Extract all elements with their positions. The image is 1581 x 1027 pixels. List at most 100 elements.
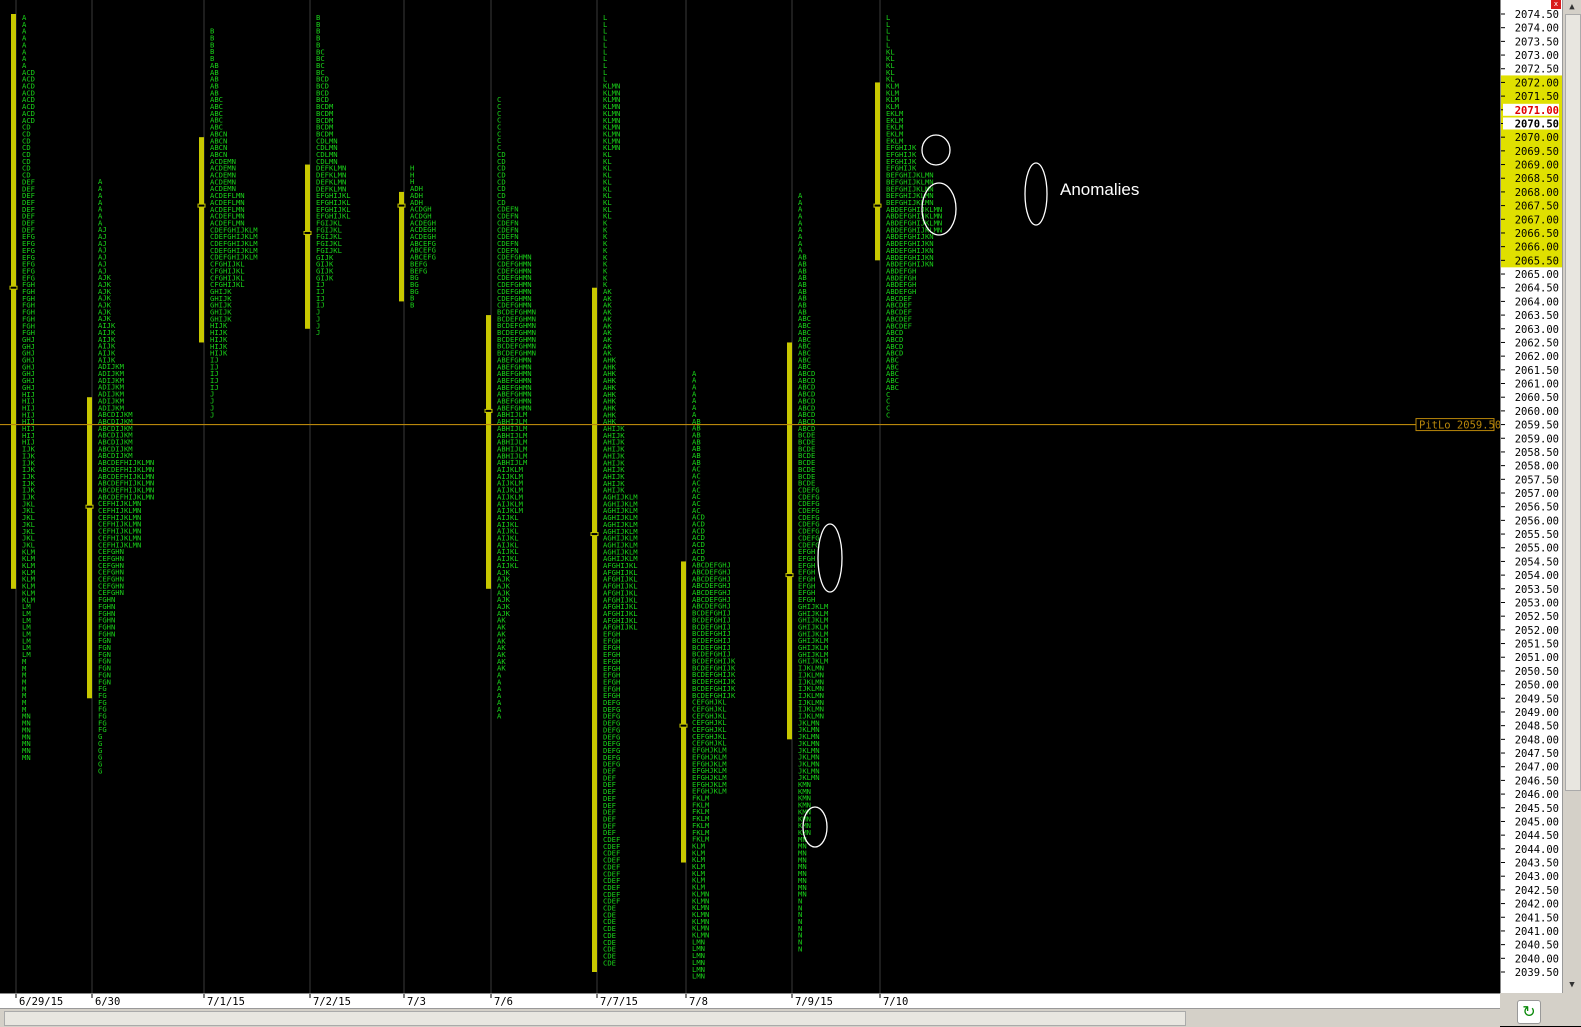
price-tick-label: 2073.50 <box>1515 36 1559 48</box>
value-area-bar <box>875 82 880 261</box>
price-tick-label: 2074.50 <box>1515 9 1559 21</box>
horizontal-scrollbar[interactable] <box>0 1008 1500 1027</box>
price-tick-label: 2063.50 <box>1515 310 1559 322</box>
price-tick-label: 2057.50 <box>1515 474 1559 486</box>
price-tick-label: 2066.00 <box>1515 242 1559 254</box>
value-area-bar <box>592 287 597 972</box>
price-tick-label: 2054.00 <box>1515 570 1559 582</box>
price-tick-label: 2048.50 <box>1515 721 1559 733</box>
poc-marker <box>303 230 312 235</box>
price-tick-label: 2066.50 <box>1515 228 1559 240</box>
price-tick-label: 2057.00 <box>1515 488 1559 500</box>
date-label: 6/29/15 <box>19 996 63 1008</box>
tpo-row: LMN <box>692 972 705 981</box>
price-tick-label: 2067.00 <box>1515 214 1559 226</box>
price-tick-label: 2072.00 <box>1515 77 1559 89</box>
price-tick-label: 2045.00 <box>1515 816 1559 828</box>
price-tick-label: 2039.50 <box>1515 967 1559 979</box>
price-tick-label: 2056.00 <box>1515 515 1559 527</box>
poc-marker <box>484 408 493 413</box>
date-label: 7/6 <box>494 996 513 1008</box>
date-label: 7/10 <box>883 996 908 1008</box>
date-label: 7/1/15 <box>207 996 245 1008</box>
poc-marker <box>85 504 94 509</box>
value-area-bar <box>199 137 204 343</box>
price-tick-label: 2074.00 <box>1515 23 1559 35</box>
vertical-scroll-thumb[interactable] <box>1565 14 1581 791</box>
tpo-row: N <box>798 944 802 953</box>
value-area-bar <box>399 191 404 302</box>
value-area-bar <box>305 164 310 329</box>
price-tick-label: 2071.50 <box>1515 91 1559 103</box>
tpo-row: J <box>210 410 214 419</box>
price-tick-label: 2069.50 <box>1515 146 1559 158</box>
date-label: 7/3 <box>407 996 426 1008</box>
price-tick-label: 2059.50 <box>1515 420 1559 432</box>
price-tick-label: 2071.00 <box>1515 105 1559 117</box>
chart-canvas: AAAAAAAAACDACDACDACDACDACDACDACDCDCDCDCD… <box>0 0 1500 993</box>
price-tick-label: 2055.00 <box>1515 543 1559 555</box>
tpo-row: B <box>410 301 414 310</box>
price-tick-label: 2043.50 <box>1515 858 1559 870</box>
price-tick-label: 2047.00 <box>1515 762 1559 774</box>
price-tick-label: 2062.00 <box>1515 351 1559 363</box>
price-axis-canvas: 2074.50 2074.002073.50 2073.00 2072.502072.… <box>1501 9 1563 979</box>
price-tick-label: 2050.00 <box>1515 680 1559 692</box>
market-profile-chart[interactable]: A A A A A A A A ACD ACD ACD ACD ACD ACD ACD ACD CD CD CD CD… <box>0 0 1500 993</box>
price-tick-label: 2069.00 <box>1515 160 1559 172</box>
price-tick-label: 2059.00 <box>1515 433 1559 445</box>
poc-marker <box>785 573 794 578</box>
tpo-row: J <box>316 328 320 337</box>
price-tick-label: 2061.00 <box>1515 379 1559 391</box>
anomaly-circle <box>921 134 951 166</box>
poc-marker <box>590 532 599 537</box>
price-tick-label: 2053.50 <box>1515 584 1559 596</box>
price-tick-label: 2046.50 <box>1515 775 1559 787</box>
price-tick-label: 2060.50 <box>1515 392 1559 404</box>
price-tick-label: 2041.00 <box>1515 926 1559 938</box>
price-tick-label: 2058.50 <box>1515 447 1559 459</box>
price-tick-label: 2046.00 <box>1515 789 1559 801</box>
price-tick-label: 2049.50 <box>1515 693 1559 705</box>
value-area-bar <box>787 342 792 740</box>
price-tick-label: 2067.50 <box>1515 201 1559 213</box>
price-tick-label: 2047.50 <box>1515 748 1559 760</box>
scroll-down-icon[interactable]: ▼ <box>1565 979 1579 991</box>
reference-line-label: PitLo 2059.50 <box>1419 420 1500 432</box>
date-label: 7/9/15 <box>795 996 833 1008</box>
tpo-row: G <box>98 766 102 775</box>
price-tick-label: 2051.50 <box>1515 639 1559 651</box>
price-tick-label: 2040.50 <box>1515 940 1559 952</box>
price-tick-label: 2045.50 <box>1515 803 1559 815</box>
horizontal-scroll-thumb[interactable] <box>4 1011 1186 1026</box>
price-tick-label: 2044.50 <box>1515 830 1559 842</box>
price-tick-label: 2063.00 <box>1515 324 1559 336</box>
price-tick-label: 2052.50 <box>1515 611 1559 623</box>
date-axis-canvas: 6/29/15 6/30 7/1/15 7/2/15 7/3 7/6 7/7/15 7/8 7/… <box>15 994 908 1008</box>
tpo-row: CDE <box>603 958 616 967</box>
price-tick-label: 2062.50 <box>1515 337 1559 349</box>
poc-marker <box>397 203 406 208</box>
value-area-bar <box>486 315 491 589</box>
price-tick-label: 2050.50 <box>1515 666 1559 678</box>
price-axis[interactable]: 2074.50 2074.00 2073.50 2073.00 2072.50 2072.… <box>1500 0 1563 993</box>
tpo-row: C <box>886 410 890 419</box>
price-tick-label: 2056.50 <box>1515 502 1559 514</box>
poc-marker <box>197 203 206 208</box>
date-label: 7/2/15 <box>313 996 351 1008</box>
close-icon[interactable]: x <box>1551 0 1561 9</box>
price-tick-label: 2064.00 <box>1515 296 1559 308</box>
price-tick-label: 2068.50 <box>1515 173 1559 185</box>
price-tick-label: 2040.00 <box>1515 953 1559 965</box>
poc-marker <box>873 203 882 208</box>
tpo-row: MN <box>22 753 31 762</box>
price-tick-label: 2055.50 <box>1515 529 1559 541</box>
price-tick-label: 2051.00 <box>1515 652 1559 664</box>
price-tick-label: 2043.00 <box>1515 871 1559 883</box>
price-tick-label: 2065.50 <box>1515 255 1559 267</box>
price-tick-label: 2068.00 <box>1515 187 1559 199</box>
anomaly-circle <box>817 523 843 593</box>
scroll-up-icon[interactable]: ▲ <box>1565 1 1579 13</box>
refresh-icon[interactable]: ↻ <box>1517 1000 1541 1024</box>
vertical-scrollbar[interactable]: ▲ ▼ <box>1562 0 1581 993</box>
